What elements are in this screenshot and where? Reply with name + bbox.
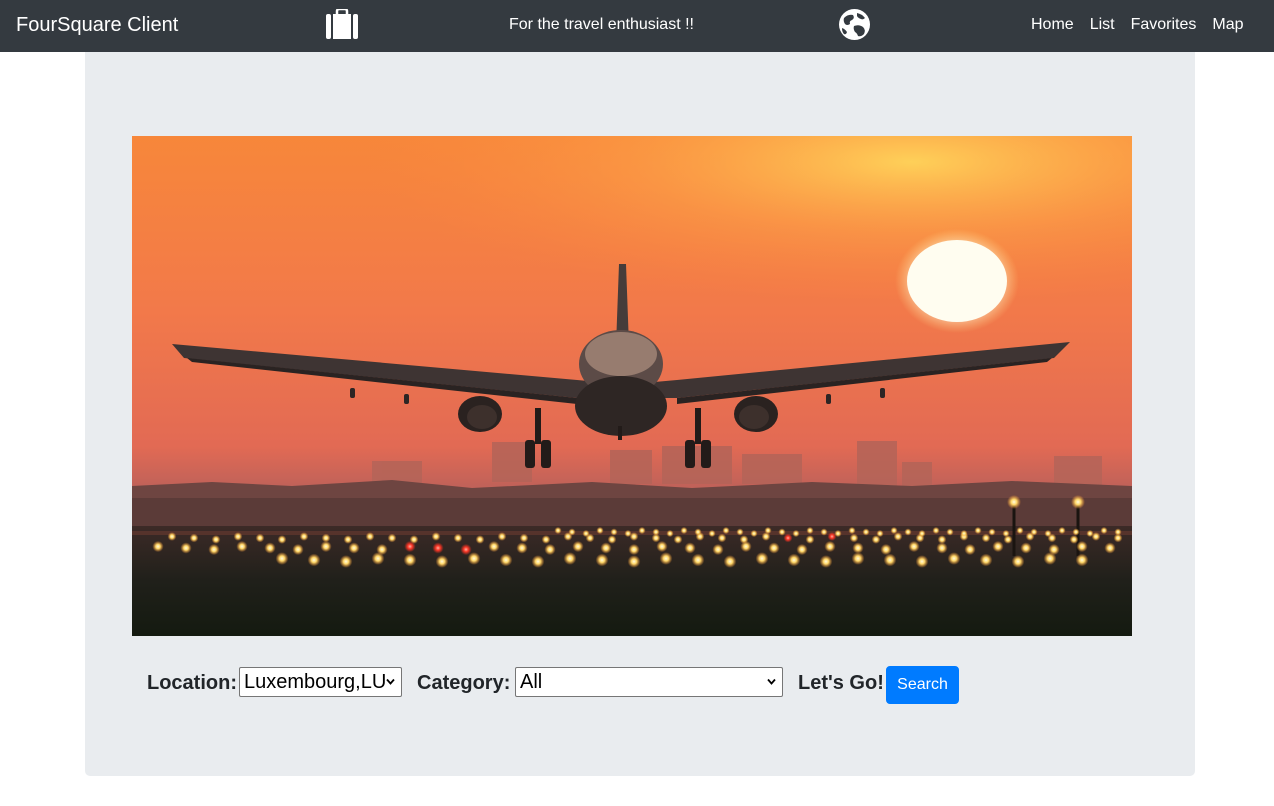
nav-link-map[interactable]: Map — [1212, 15, 1243, 35]
hero-image — [132, 136, 1132, 636]
category-select[interactable]: All — [515, 667, 783, 697]
location-select-value: Luxembourg,LU — [244, 671, 387, 693]
location-label: Location: — [147, 672, 237, 694]
suitcase-icon — [325, 7, 359, 39]
category-select-value: All — [520, 671, 543, 693]
chevron-down-icon — [767, 678, 776, 685]
brand-link[interactable]: FourSquare Client — [16, 12, 178, 38]
search-button[interactable]: Search — [886, 666, 959, 704]
location-select[interactable]: Luxembourg,LU — [239, 667, 402, 697]
lets-go-label: Let's Go! — [798, 672, 884, 694]
category-label: Category: — [417, 672, 511, 694]
globe-icon — [838, 8, 871, 41]
navbar-tagline: For the travel enthusiast !! — [509, 16, 694, 33]
nav-link-list[interactable]: List — [1090, 15, 1115, 35]
nav-link-favorites[interactable]: Favorites — [1131, 15, 1197, 35]
jumbotron: Location: Luxembourg,LU Category: All Le… — [85, 52, 1195, 776]
top-navbar: FourSquare Client For the travel enthusi… — [0, 0, 1274, 52]
nav-links: Home List Favorites Map — [1031, 15, 1244, 35]
nav-link-home[interactable]: Home — [1031, 15, 1074, 35]
chevron-down-icon — [386, 678, 395, 685]
